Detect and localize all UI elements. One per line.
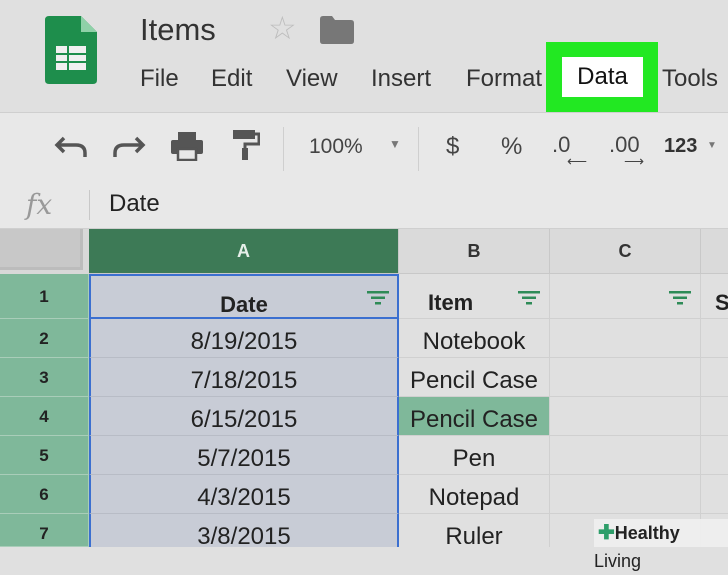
column-header-b[interactable]: B bbox=[399, 229, 550, 274]
date-cell[interactable]: 5/7/2015 bbox=[89, 436, 399, 475]
redo-icon[interactable] bbox=[112, 135, 146, 159]
dropdown-arrow-icon[interactable]: ▼ bbox=[389, 137, 401, 151]
date-cell[interactable]: 8/19/2015 bbox=[89, 319, 399, 358]
arrow-right-icon: ⟶ bbox=[624, 153, 645, 169]
star-icon[interactable]: ☆ bbox=[268, 12, 297, 44]
empty-cell[interactable] bbox=[550, 475, 701, 514]
menu-insert[interactable]: Insert bbox=[371, 62, 431, 96]
item-cell-selected[interactable]: Pencil Case bbox=[399, 397, 550, 436]
fx-icon: fx bbox=[26, 188, 53, 221]
percent-format-button[interactable]: % bbox=[501, 133, 522, 161]
item-cell[interactable]: Notebook bbox=[399, 319, 550, 358]
date-cell[interactable]: 6/15/2015 bbox=[89, 397, 399, 436]
menu-tools[interactable]: Tools bbox=[662, 62, 718, 96]
empty-cell[interactable] bbox=[701, 397, 728, 436]
row-header[interactable]: 6 bbox=[0, 475, 89, 514]
formula-bar: fx Date bbox=[0, 182, 728, 229]
print-icon[interactable] bbox=[170, 131, 204, 161]
menu-view[interactable]: View bbox=[286, 62, 338, 96]
date-cell[interactable]: 7/18/2015 bbox=[89, 358, 399, 397]
row-header[interactable]: 3 bbox=[0, 358, 89, 397]
folder-icon[interactable] bbox=[320, 16, 354, 44]
empty-cell[interactable] bbox=[701, 475, 728, 514]
empty-cell[interactable] bbox=[550, 358, 701, 397]
date-cell[interactable]: 3/8/2015 bbox=[89, 514, 399, 547]
formula-input[interactable]: Date bbox=[109, 190, 160, 218]
row-header[interactable]: 2 bbox=[0, 319, 89, 358]
menu-format[interactable]: Format bbox=[466, 62, 542, 96]
watermark-brand: Healthy bbox=[614, 523, 680, 543]
toolbar: 100% ▼ $ % .0 ⟵ .00 ⟶ 123 ▼ bbox=[0, 112, 728, 184]
date-cell[interactable]: 4/3/2015 bbox=[89, 475, 399, 514]
more-formats-button[interactable]: 123 bbox=[664, 135, 697, 158]
empty-cell[interactable] bbox=[550, 319, 701, 358]
menu-data[interactable]: Data bbox=[562, 57, 643, 97]
watermark-brand-2: Living bbox=[594, 551, 642, 571]
app-header: Items ☆ File Edit View Insert Format Dat… bbox=[0, 0, 728, 112]
empty-cell[interactable] bbox=[701, 358, 728, 397]
menu-edit[interactable]: Edit bbox=[211, 62, 252, 96]
item-cell[interactable]: Pencil Case bbox=[399, 358, 550, 397]
header-cell-d[interactable]: S bbox=[701, 274, 728, 319]
menu-file[interactable]: File bbox=[140, 62, 179, 96]
row-header[interactable]: 4 bbox=[0, 397, 89, 436]
filter-icon[interactable] bbox=[367, 291, 389, 305]
spreadsheet-grid: A B C 1 2 3 4 5 6 7 Date Item S 8/19/201… bbox=[0, 229, 728, 547]
cross-logo-icon: ✚ bbox=[598, 522, 615, 544]
row-header[interactable]: 5 bbox=[0, 436, 89, 475]
empty-cell[interactable] bbox=[701, 319, 728, 358]
sheets-logo-icon[interactable] bbox=[45, 16, 97, 84]
item-cell[interactable]: Notepad bbox=[399, 475, 550, 514]
empty-cell[interactable] bbox=[550, 397, 701, 436]
row-header[interactable]: 1 bbox=[0, 274, 89, 319]
item-cell[interactable]: Pen bbox=[399, 436, 550, 475]
column-header-d[interactable] bbox=[701, 229, 728, 274]
undo-icon[interactable] bbox=[54, 135, 88, 159]
empty-cell[interactable] bbox=[550, 436, 701, 475]
header-cell-date[interactable]: Date bbox=[89, 274, 399, 319]
column-header-c[interactable]: C bbox=[550, 229, 701, 274]
formula-separator bbox=[89, 190, 90, 220]
currency-format-button[interactable]: $ bbox=[446, 133, 459, 161]
row-header[interactable]: 7 bbox=[0, 514, 89, 547]
select-all-corner[interactable] bbox=[0, 229, 89, 274]
toolbar-separator bbox=[418, 127, 419, 171]
arrow-left-icon: ⟵ bbox=[567, 153, 588, 169]
paint-format-icon[interactable] bbox=[232, 129, 260, 161]
zoom-select[interactable]: 100% bbox=[309, 135, 363, 159]
item-cell[interactable]: Ruler bbox=[399, 514, 550, 547]
toolbar-separator bbox=[283, 127, 284, 171]
document-title[interactable]: Items bbox=[140, 12, 216, 48]
watermark: ✚Healthy Living bbox=[594, 519, 728, 571]
empty-cell[interactable] bbox=[701, 436, 728, 475]
filter-icon[interactable] bbox=[669, 291, 691, 305]
dropdown-arrow-icon[interactable]: ▼ bbox=[707, 140, 717, 151]
filter-icon[interactable] bbox=[518, 291, 540, 305]
column-header-a[interactable]: A bbox=[89, 229, 399, 274]
